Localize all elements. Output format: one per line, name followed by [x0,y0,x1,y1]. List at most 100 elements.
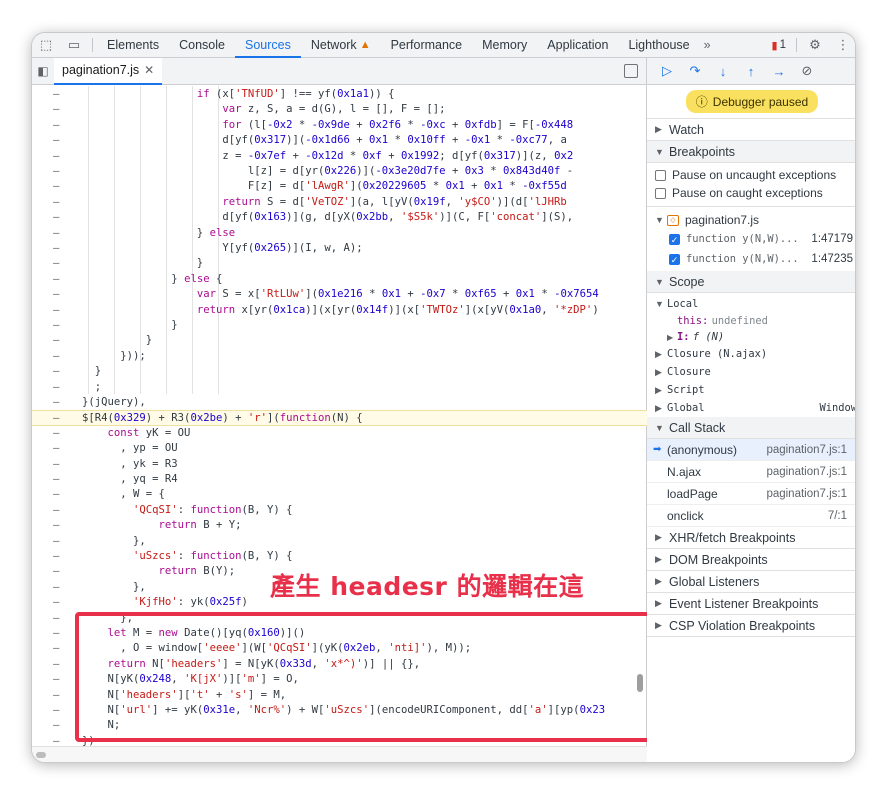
code-line[interactable]: – return x[yr(0x1ca)](x[yr(0x14f)](x['TW… [32,303,647,318]
kebab-menu-icon[interactable]: ⋮ [829,33,855,58]
tab-lighthouse[interactable]: Lighthouse [618,33,699,58]
line-gutter-mark[interactable]: – [53,626,63,641]
call-frame[interactable]: loadPage pagination7.js:1 [647,483,855,505]
file-tab-pagination7[interactable]: pagination7.js ✕ [54,57,163,85]
step-icon[interactable]: → [765,58,793,85]
line-gutter-mark[interactable]: – [53,210,63,225]
breakpoints-section-header[interactable]: ▼ Breakpoints [647,141,855,163]
line-gutter-mark[interactable]: – [53,457,63,472]
line-gutter-mark[interactable]: – [53,641,63,656]
tab-memory[interactable]: Memory [472,33,537,58]
code-line[interactable]: – return B + Y; [32,518,647,533]
code-line[interactable]: – l[z] = d[yr(0x226)](-0x3e20d7fe + 0x3 … [32,164,647,179]
line-gutter-mark[interactable]: – [53,580,63,595]
line-gutter-mark[interactable]: – [53,118,63,133]
checkbox-checked[interactable]: ✓ [669,253,680,265]
code-line[interactable]: – $[R4(0x329) + R3(0x2be) + 'r'](function… [32,410,647,426]
code-line[interactable]: – } [32,333,647,348]
breakpoint-file-group[interactable]: ▼ ◇ pagination7.js [647,211,855,229]
scope-section-header[interactable]: ▼ Scope [647,271,855,293]
line-gutter-mark[interactable]: – [53,364,63,379]
call-frame[interactable]: onclick 7/:1 [647,505,855,527]
line-gutter-mark[interactable]: – [53,718,63,733]
inspect-element-icon[interactable]: ⬚ [32,33,60,58]
code-line[interactable]: – } [32,318,647,333]
code-line[interactable]: – d[yf(0x163)](g, d[yX(0x2bb, '$S5k')](C… [32,210,647,225]
pause-caught-toggle[interactable]: Pause on caught exceptions [647,184,855,202]
line-gutter-mark[interactable]: – [53,688,63,703]
line-gutter-mark[interactable]: – [53,349,63,364]
tab-performance[interactable]: Performance [381,33,473,58]
deactivate-breakpoints-icon[interactable]: ⊘ [793,58,821,85]
tab-application[interactable]: Application [537,33,618,58]
line-gutter-mark[interactable]: – [53,411,63,426]
scope-closure[interactable]: ▶ Closure [647,363,855,381]
code-line[interactable]: – 'uSzcs': function(B, Y) { [32,549,647,564]
checkbox[interactable] [655,169,666,181]
code-line[interactable]: – })); [32,349,647,364]
code-line[interactable]: – const yK = OU [32,426,647,441]
checkbox-checked[interactable]: ✓ [669,233,680,245]
code-line[interactable]: – ; [32,380,647,395]
call-frame[interactable]: ➡ (anonymous) pagination7.js:1 [647,439,855,461]
breakpoint-item[interactable]: ✓ function y(N,W)... 1:47235 [647,249,855,269]
line-gutter-mark[interactable]: – [53,487,63,502]
scope-script[interactable]: ▶ Script [647,381,855,399]
code-line[interactable]: – Y[yf(0x265)](I, w, A); [32,241,647,256]
line-gutter-mark[interactable]: – [53,226,63,241]
tab-sources[interactable]: Sources [234,33,301,58]
line-gutter-mark[interactable]: – [53,179,63,194]
line-gutter-mark[interactable]: – [53,518,63,533]
code-line[interactable]: – } [32,364,647,379]
line-gutter-mark[interactable]: – [53,303,63,318]
xhr-breakpoints-header[interactable]: ▶ XHR/fetch Breakpoints [647,527,855,549]
line-gutter-mark[interactable]: – [53,703,63,718]
scope-local[interactable]: ▼ Local [647,295,855,313]
scope-global[interactable]: ▶ Global Window [647,399,855,417]
line-gutter-mark[interactable]: – [53,395,63,410]
line-gutter-mark[interactable]: – [53,549,63,564]
navigator-toggle-icon[interactable]: ◧ [32,58,54,85]
tab-console[interactable]: Console [169,33,235,58]
line-gutter-mark[interactable]: – [53,318,63,333]
scope-var-this[interactable]: this: undefined [647,313,855,329]
horizontal-scrollbar-thumb[interactable] [36,752,46,758]
line-gutter-mark[interactable]: – [53,595,63,610]
code-line[interactable]: – , yp = OU [32,441,647,456]
line-gutter-mark[interactable]: – [53,133,63,148]
line-gutter-mark[interactable]: – [53,672,63,687]
issues-button[interactable]: ▮ 1 [766,39,792,52]
code-line[interactable]: – if (x['TNfUD'] !== yf(0x1a1)) { [32,87,647,102]
line-gutter-mark[interactable]: – [53,734,63,746]
step-out-icon[interactable]: ↑ [737,58,765,85]
line-gutter-mark[interactable]: – [53,441,63,456]
csp-violation-breakpoints-header[interactable]: ▶ CSP Violation Breakpoints [647,615,855,637]
line-gutter-mark[interactable]: – [53,426,63,441]
tab-network[interactable]: Network ▲ [301,33,381,58]
line-gutter-mark[interactable]: – [53,472,63,487]
line-gutter-mark[interactable]: – [53,195,63,210]
code-line[interactable]: – d[yf(0x317)](-0x1d66 + 0x1 * 0x10ff + … [32,133,647,148]
line-gutter-mark[interactable]: – [53,657,63,672]
call-stack-section-header[interactable]: ▼ Call Stack [647,417,855,439]
close-icon[interactable]: ✕ [144,63,154,77]
scope-var-i[interactable]: ▶ I: f (N) [647,329,855,345]
more-tabs-button[interactable]: » [700,33,715,58]
horizontal-scrollbar[interactable] [32,746,647,762]
tab-elements[interactable]: Elements [97,33,169,58]
code-line[interactable]: – } else [32,226,647,241]
code-line[interactable]: – for (l[-0x2 * -0x9de + 0x2f6 * -0xc + … [32,118,647,133]
code-line[interactable]: – , yk = R3 [32,457,647,472]
code-line[interactable]: – , yq = R4 [32,472,647,487]
dom-breakpoints-header[interactable]: ▶ DOM Breakpoints [647,549,855,571]
code-line[interactable]: – return S = d['VeTOZ'](a, l[yV(0x19f, '… [32,195,647,210]
code-line[interactable]: – } else { [32,272,647,287]
watch-section-header[interactable]: ▶ Watch [647,119,855,141]
device-toolbar-icon[interactable]: ▭ [60,33,88,58]
line-gutter-mark[interactable]: – [53,102,63,117]
code-line[interactable]: –}(jQuery), [32,395,647,410]
line-gutter-mark[interactable]: – [53,241,63,256]
debugger-sidebar-toggle-icon[interactable] [624,64,638,78]
code-line[interactable]: – 'QCqSI': function(B, Y) { [32,503,647,518]
line-gutter-mark[interactable]: – [53,149,63,164]
